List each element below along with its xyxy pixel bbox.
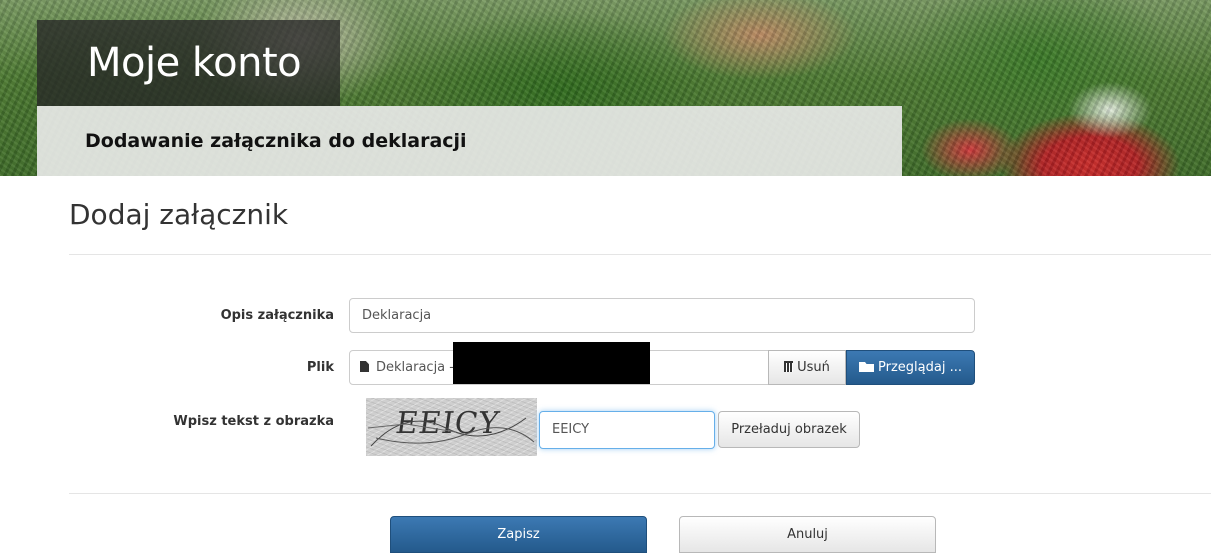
reload-captcha-button[interactable]: Przeładuj obrazek bbox=[718, 411, 860, 448]
description-value: Deklaracja bbox=[362, 308, 432, 323]
header-banner: Moje konto Dodawanie załącznika do dekla… bbox=[0, 0, 1211, 176]
captcha-input[interactable]: EEICY bbox=[539, 411, 715, 449]
remove-file-button[interactable]: Usuń bbox=[768, 350, 846, 385]
captcha-label: Wpisz tekst z obrazka bbox=[173, 414, 334, 429]
reload-captcha-label: Przeładuj obrazek bbox=[731, 422, 847, 437]
remove-file-label: Usuń bbox=[797, 360, 830, 375]
captcha-image: EEICY bbox=[366, 398, 537, 456]
file-icon bbox=[360, 361, 369, 372]
description-label: Opis załącznika bbox=[220, 308, 334, 323]
captcha-input-value: EEICY bbox=[552, 422, 590, 437]
subtitle-panel: Dodawanie załącznika do deklaracji bbox=[37, 106, 902, 176]
cancel-button[interactable]: Anuluj bbox=[679, 516, 936, 553]
page-subtitle: Dodawanie załącznika do deklaracji bbox=[85, 130, 467, 152]
divider-bottom bbox=[69, 493, 1211, 494]
file-name-value: Deklaracja - bbox=[376, 360, 454, 375]
cancel-label: Anuluj bbox=[787, 527, 828, 542]
description-input[interactable]: Deklaracja bbox=[349, 298, 975, 333]
folder-open-icon bbox=[859, 362, 875, 372]
app-title: Moje konto bbox=[87, 40, 302, 86]
browse-file-label: Przeglądaj ... bbox=[878, 360, 962, 375]
file-label: Plik bbox=[306, 360, 334, 375]
browse-file-button[interactable]: Przeglądaj ... bbox=[846, 350, 975, 385]
captcha-noise-lines bbox=[367, 417, 535, 447]
redaction-box bbox=[453, 342, 650, 384]
title-panel: Moje konto bbox=[37, 20, 340, 106]
page-title: Dodaj załącznik bbox=[69, 198, 289, 231]
save-button[interactable]: Zapisz bbox=[390, 516, 647, 553]
divider-top bbox=[69, 254, 1211, 255]
save-label: Zapisz bbox=[497, 527, 540, 542]
trash-icon bbox=[784, 361, 794, 372]
